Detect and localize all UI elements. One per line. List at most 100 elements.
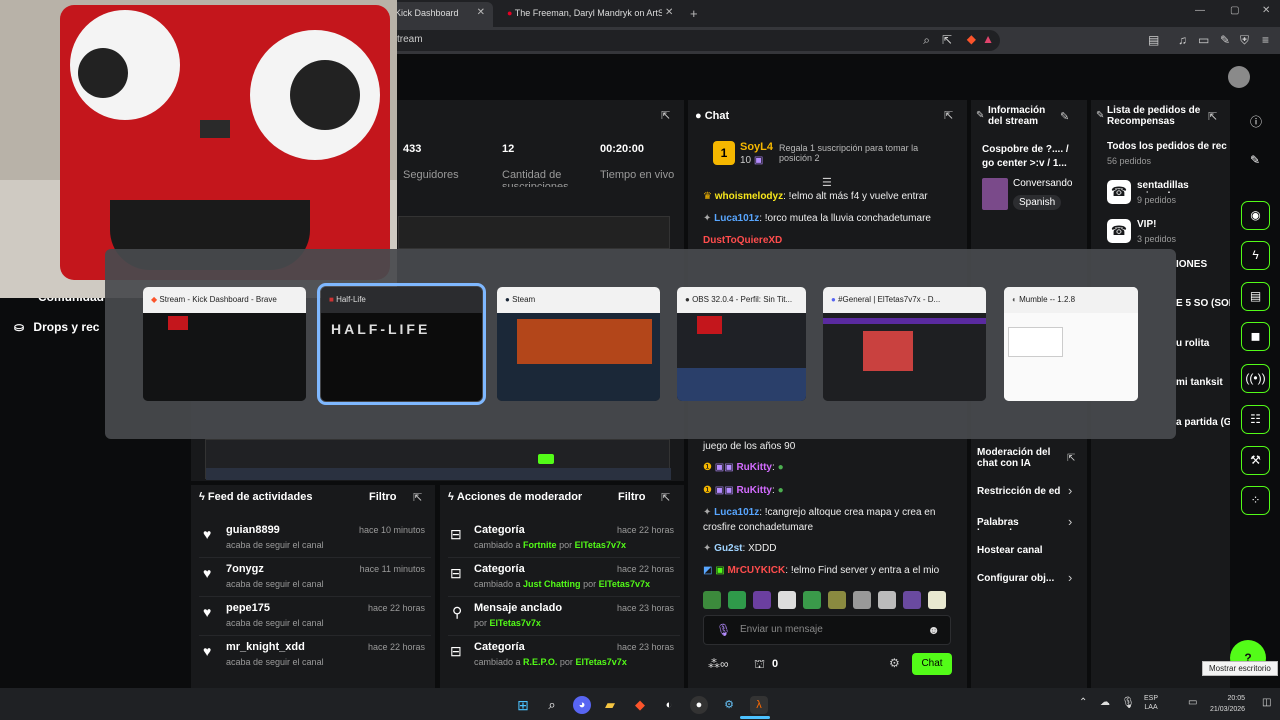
- emote-icon[interactable]: [828, 591, 846, 609]
- emote-icon[interactable]: [903, 591, 921, 609]
- extensions-icon[interactable]: ✎: [1220, 33, 1230, 47]
- expand-icon[interactable]: ⇱: [944, 109, 953, 122]
- switcher-window-brave[interactable]: ◆ Stream - Kick Dashboard - Brave: [143, 287, 306, 401]
- close-icon[interactable]: ✕: [477, 7, 485, 18]
- brave-icon[interactable]: ◆: [631, 696, 649, 714]
- lightning-icon[interactable]: ϟ: [1241, 241, 1270, 270]
- all-requests-label[interactable]: Todos los pedidos de rec: [1107, 141, 1230, 154]
- emoji-icon[interactable]: ☻: [927, 623, 940, 637]
- gift-sub-prompt[interactable]: Regala 1 suscripción para tomar la posic…: [779, 143, 944, 163]
- filter-button[interactable]: Filtro: [369, 491, 397, 503]
- close-icon[interactable]: ✕: [665, 7, 673, 18]
- chat-username[interactable]: Luca101z: [714, 507, 759, 518]
- document-icon[interactable]: ▤: [1241, 282, 1270, 311]
- vpn-icon[interactable]: ⛨: [1240, 33, 1249, 48]
- activity-user[interactable]: 7onygz: [226, 563, 264, 575]
- notification-icon[interactable]: ◫: [1262, 697, 1271, 708]
- expand-icon[interactable]: ⇱: [661, 109, 670, 122]
- banned-words-item[interactable]: Palabras baneada: [977, 517, 1062, 530]
- edit-restriction-item[interactable]: Restricción de ed: [977, 486, 1062, 499]
- reward-name[interactable]: E 5 SO (SOL: [1176, 298, 1230, 309]
- camera-icon[interactable]: ◉: [1241, 201, 1270, 230]
- emote-icon[interactable]: [878, 591, 896, 609]
- tab-kick-dashboard[interactable]: Kick Dashboard ✕: [385, 2, 493, 27]
- emote-icon[interactable]: [778, 591, 796, 609]
- chevron-right-icon[interactable]: ›: [1068, 514, 1072, 529]
- activity-user[interactable]: guian8899: [226, 524, 280, 536]
- top-supporter-name[interactable]: SoyL4: [740, 141, 773, 153]
- wallet-icon[interactable]: ▭: [1198, 33, 1209, 47]
- mumble-icon[interactable]: ◐: [660, 696, 678, 714]
- emote-icon[interactable]: [928, 591, 946, 609]
- chat-input[interactable]: 🎙 Enviar un mensaje ☻: [703, 615, 951, 645]
- halflife-icon[interactable]: λ: [750, 696, 768, 714]
- switcher-window-halflife[interactable]: ■ Half-Life HALF-LIFE: [317, 283, 486, 405]
- chat-username[interactable]: Gu2st: [714, 543, 742, 554]
- wrench-icon[interactable]: ⚒: [1241, 446, 1270, 475]
- chevron-right-icon[interactable]: ›: [1068, 483, 1072, 498]
- switcher-window-steam[interactable]: ● Steam: [497, 287, 660, 401]
- monitor-icon[interactable]: ▭: [1188, 697, 1197, 708]
- mod-action-target[interactable]: R.E.P.O.: [523, 657, 557, 667]
- mod-action-mod[interactable]: ElTetas7v7x: [575, 657, 626, 667]
- infinity-icon[interactable]: ⁂∞: [708, 657, 729, 671]
- filter-button[interactable]: Filtro: [618, 491, 646, 503]
- windows-start-icon[interactable]: ⊞: [514, 696, 532, 714]
- file-explorer-icon[interactable]: ▰: [601, 696, 619, 714]
- reward-name[interactable]: sentadillas mirando: [1137, 180, 1230, 193]
- discord-icon[interactable]: ◕: [573, 696, 591, 714]
- activity-user[interactable]: pepe175: [226, 602, 270, 614]
- zoom-icon[interactable]: ⌕: [923, 33, 930, 48]
- chat-username[interactable]: RuKitty: [736, 462, 772, 473]
- emote-icon[interactable]: [728, 591, 746, 609]
- expand-icon[interactable]: ⇱: [1208, 110, 1217, 123]
- collapse-icon[interactable]: ☰: [822, 176, 832, 189]
- window-close-icon[interactable]: ✕: [1262, 5, 1270, 16]
- external-link-icon[interactable]: ⇱: [1067, 453, 1075, 464]
- emote-icon[interactable]: [853, 591, 871, 609]
- switcher-window-discord[interactable]: ● #General | ElTetas7v7x - D...: [823, 287, 986, 401]
- menu-icon[interactable]: ≡: [1262, 33, 1269, 47]
- apps-icon[interactable]: ⁘: [1241, 486, 1270, 515]
- store-icon[interactable]: ⛫: [754, 657, 765, 673]
- mod-action-target[interactable]: ElTetas7v7x: [490, 618, 541, 628]
- gear-icon[interactable]: ⚙: [889, 656, 900, 670]
- reward-name[interactable]: mi tanksit: [1176, 377, 1230, 388]
- chat-username[interactable]: Luca101z: [714, 213, 759, 224]
- host-channel-item[interactable]: Hostear canal: [977, 545, 1043, 556]
- mic-icon[interactable]: 🎙: [716, 623, 731, 637]
- switcher-window-mumble[interactable]: ◐ Mumble -- 1.2.8: [1004, 287, 1138, 401]
- mic-icon[interactable]: 🎙: [1121, 696, 1135, 709]
- new-tab-icon[interactable]: +: [690, 6, 698, 21]
- share-icon[interactable]: ⇱: [942, 33, 952, 47]
- reward-name[interactable]: a partida (G: [1176, 417, 1230, 428]
- search-icon[interactable]: ⌕: [543, 696, 561, 714]
- brave-shield-icon[interactable]: ◆: [967, 32, 976, 46]
- chevron-up-icon[interactable]: ⌃: [1079, 697, 1087, 708]
- edit-icon[interactable]: ✎: [1060, 110, 1069, 123]
- sidebar-item-drops[interactable]: ⛀ Drops y rec: [14, 320, 99, 334]
- mod-action-mod[interactable]: ElTetas7v7x: [575, 540, 626, 550]
- music-icon[interactable]: ♫: [1178, 33, 1187, 47]
- clock[interactable]: 20:05 21/03/2026: [1210, 693, 1245, 715]
- minimize-icon[interactable]: —: [1195, 5, 1205, 16]
- language-indicator[interactable]: ESP LAA: [1144, 694, 1158, 712]
- broadcast-icon[interactable]: ((•)): [1241, 364, 1270, 393]
- chat-send-button[interactable]: Chat: [912, 653, 952, 675]
- avatar[interactable]: [1228, 66, 1250, 88]
- switcher-window-obs[interactable]: ● OBS 32.0.4 - Perfil: Sin Tit...: [677, 287, 806, 401]
- brave-rewards-icon[interactable]: ▲: [982, 32, 994, 46]
- reward-name[interactable]: IONES: [1176, 259, 1207, 270]
- chat-username[interactable]: whoismelodyz: [715, 191, 783, 202]
- steam-icon[interactable]: ⚙: [720, 696, 738, 714]
- stream-category[interactable]: Conversando: [1013, 178, 1087, 192]
- cloud-icon[interactable]: ☁: [1100, 697, 1110, 708]
- emote-icon[interactable]: [703, 591, 721, 609]
- layers-icon[interactable]: ☷: [1241, 405, 1270, 434]
- reward-name[interactable]: VIP!: [1137, 219, 1156, 230]
- reward-name[interactable]: u rolita: [1176, 338, 1209, 349]
- expand-icon[interactable]: ⇱: [413, 491, 422, 504]
- url-field[interactable]: tream ⌕ ⇱ ◆ ▲: [385, 30, 1000, 51]
- mod-action-target[interactable]: Fortnite: [523, 540, 557, 550]
- ai-moderation-link[interactable]: Moderación del chat con IA: [977, 447, 1053, 469]
